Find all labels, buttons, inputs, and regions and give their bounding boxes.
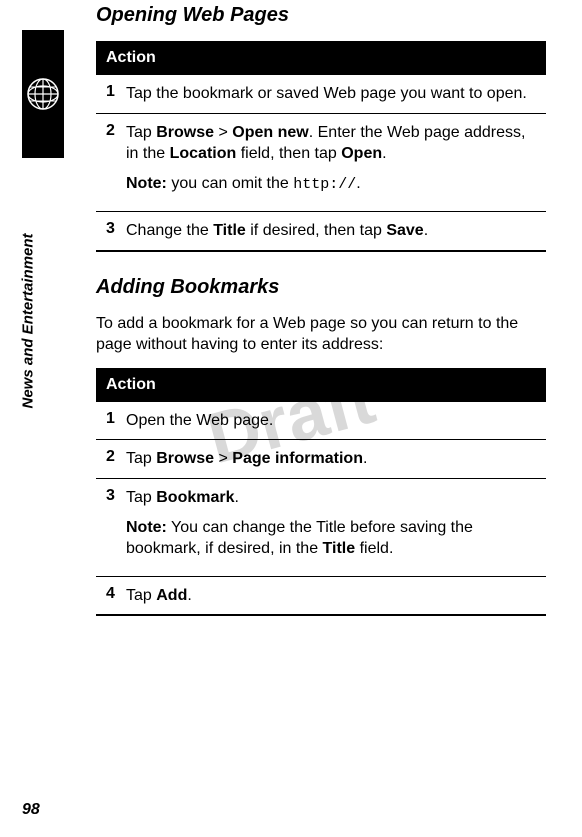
step-number: 1 [96, 75, 124, 113]
table-row: 2 Tap Browse > Page information. [96, 440, 546, 479]
action-table: Action 1 Tap the bookmark or saved Web p… [96, 41, 546, 252]
step-text: Tap the bookmark or saved Web page you w… [124, 75, 546, 113]
section-heading: Adding Bookmarks [96, 276, 546, 299]
note: Note: you can omit the http://. [126, 165, 538, 203]
step-number: 4 [96, 576, 124, 615]
section-heading: Opening Web Pages [96, 4, 546, 27]
step-text: Tap Bookmark. Note: You can change the T… [124, 479, 546, 577]
step-text: Open the Web page. [124, 402, 546, 440]
section-opening-web-pages: Opening Web Pages Action 1 Tap the bookm… [96, 4, 546, 252]
page-number: 98 [22, 801, 40, 819]
table-row: 1 Tap the bookmark or saved Web page you… [96, 75, 546, 113]
table-row: 1 Open the Web page. [96, 402, 546, 440]
step-number: 2 [96, 113, 124, 211]
table-row: 3 Tap Bookmark. Note: You can change the… [96, 479, 546, 577]
table-row: 3 Change the Title if desired, then tap … [96, 212, 546, 251]
action-table: Action 1 Open the Web page. 2 Tap Browse… [96, 368, 546, 617]
sidebar-section-label: News and Entertainment [20, 233, 37, 408]
step-text: Tap Browse > Open new. Enter the Web pag… [124, 113, 546, 211]
section-adding-bookmarks: Adding Bookmarks To add a bookmark for a… [96, 276, 546, 617]
page-content: Opening Web Pages Action 1 Tap the bookm… [96, 0, 566, 640]
table-row: 2 Tap Browse > Open new. Enter the Web p… [96, 113, 546, 211]
step-text: Change the Title if desired, then tap Sa… [124, 212, 546, 251]
sidebar-tab [22, 30, 64, 158]
step-text: Tap Browse > Page information. [124, 440, 546, 479]
section-intro: To add a bookmark for a Web page so you … [96, 313, 546, 356]
globe-icon [26, 77, 60, 111]
step-number: 1 [96, 402, 124, 440]
step-text: Tap Add. [124, 576, 546, 615]
step-number: 2 [96, 440, 124, 479]
table-header: Action [96, 368, 546, 402]
table-row: 4 Tap Add. [96, 576, 546, 615]
step-number: 3 [96, 212, 124, 251]
table-header: Action [96, 41, 546, 75]
note: Note: You can change the Title before sa… [126, 509, 538, 568]
step-number: 3 [96, 479, 124, 577]
